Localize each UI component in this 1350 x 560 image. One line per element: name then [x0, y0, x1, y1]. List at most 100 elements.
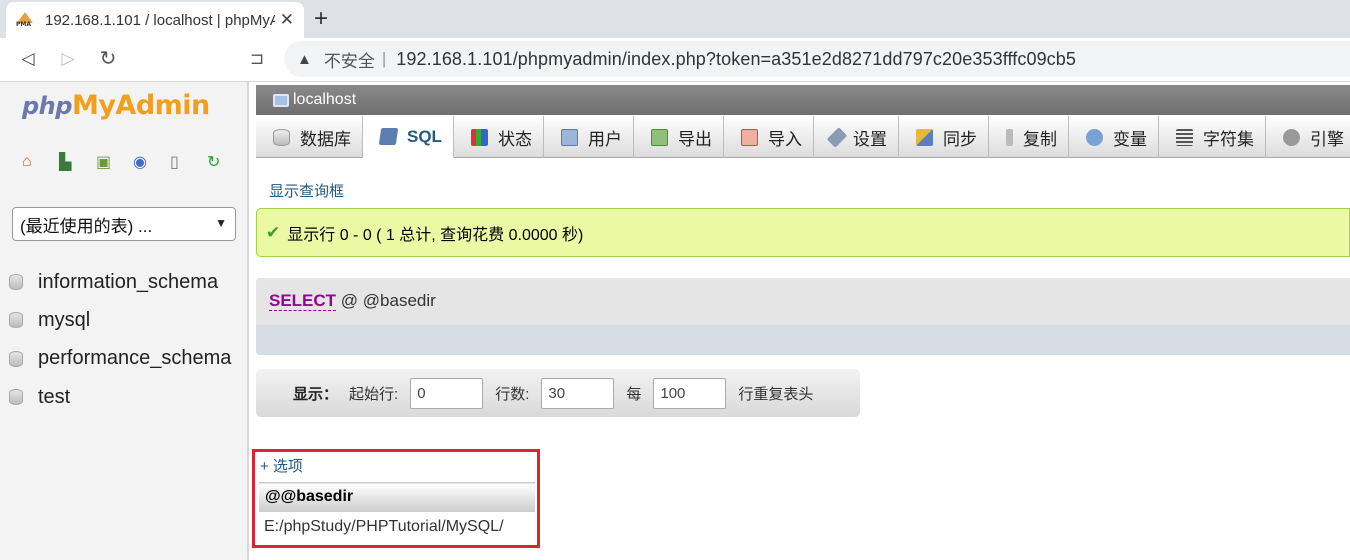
database-item[interactable]: mysql — [9, 301, 231, 339]
success-text: 显示行 0 - 0 ( 1 总计, 查询花费 0.0000 秒) — [287, 226, 584, 244]
import-icon — [740, 128, 758, 146]
database-name[interactable]: performance_schema — [38, 347, 231, 370]
replication-icon — [1005, 128, 1013, 146]
tab-label: 字符集 — [1202, 129, 1254, 149]
warning-icon[interactable]: ▲ — [297, 51, 312, 68]
sql-expression: @ @basedir — [340, 291, 436, 310]
table-header-row: @@basedir — [259, 482, 535, 512]
engines-icon — [1282, 128, 1300, 146]
phpmyadmin-logo[interactable]: phpMyAdmin — [22, 90, 210, 121]
tab-title: 192.168.1.101 / localhost | phpMyAdmin — [45, 11, 275, 29]
checkmark-icon: ✔ — [266, 222, 281, 242]
export-icon — [650, 128, 668, 146]
exit-icon[interactable]: ▙ — [59, 152, 96, 172]
database-item[interactable]: information_schema — [9, 263, 231, 301]
sql-keyword[interactable]: SELECT — [269, 291, 337, 311]
settings-icon — [826, 126, 848, 148]
forward-icon[interactable]: ▷ — [57, 48, 79, 70]
browser-tab-bar: 192.168.1.101 / localhost | phpMyAdmin ✕… — [0, 0, 1350, 38]
sync-icon — [915, 128, 933, 146]
tab-label: 引擎 — [1309, 129, 1344, 149]
users-icon — [560, 128, 578, 146]
top-menu: 数据库 SQL 状态 用户 导出 导入 设置 同步 复制 变量 字符集 引擎 — [256, 116, 1350, 158]
database-name[interactable]: test — [38, 386, 70, 409]
logo-my: My — [71, 90, 116, 121]
tab-import[interactable]: 导入 — [724, 116, 814, 158]
close-tab-icon[interactable]: ✕ — [280, 10, 294, 30]
server-name[interactable]: localhost — [293, 91, 356, 109]
options-toggle[interactable]: + 选项 — [260, 455, 303, 476]
database-name[interactable]: mysql — [38, 309, 90, 332]
reload-navigation-icon[interactable]: ↻ — [207, 152, 244, 172]
sql-query-display: SELECT @ @basedir — [256, 278, 1350, 355]
tab-label: 数据库 — [300, 129, 351, 149]
server-icon — [273, 93, 289, 107]
database-icon — [273, 128, 290, 146]
url-text[interactable]: 192.168.1.101/phpmyadmin/index.php?token… — [396, 49, 1076, 70]
help-icon[interactable]: ◉ — [133, 152, 170, 172]
tab-status[interactable]: 状态 — [454, 116, 544, 158]
tab-label: 用户 — [587, 129, 622, 149]
sql-query-icon[interactable]: ▣ — [96, 152, 133, 172]
variables-icon — [1085, 128, 1103, 146]
results-navigation-form: 显示： 起始行: 行数: 每 行重复表头 — [256, 369, 860, 417]
tab-sql[interactable]: SQL — [363, 116, 454, 158]
database-icon — [9, 274, 23, 291]
reload-icon[interactable]: ↻ — [97, 48, 119, 70]
rows-input[interactable] — [541, 377, 615, 409]
recent-tables-select[interactable]: (最近使用的表) ... ▼ — [12, 207, 236, 241]
start-row-input[interactable] — [410, 377, 484, 409]
repeat-header-every-input[interactable] — [653, 377, 727, 409]
chevron-down-icon: ▼ — [215, 216, 227, 230]
sql-query-footer — [256, 325, 1350, 355]
tab-label: 设置 — [852, 129, 887, 149]
recent-tables-value: (最近使用的表) ... — [20, 216, 153, 236]
sql-icon — [378, 128, 399, 145]
separator: | — [381, 49, 387, 68]
tab-label: 导出 — [677, 129, 712, 149]
tab-export[interactable]: 导出 — [634, 116, 724, 158]
tab-settings[interactable]: 设置 — [814, 116, 899, 158]
success-message: ✔ 显示行 0 - 0 ( 1 总计, 查询花费 0.0000 秒) — [256, 208, 1350, 257]
database-icon — [9, 350, 23, 367]
rows-label: 行数: — [495, 385, 530, 403]
tab-label: SQL — [407, 126, 442, 146]
tab-replication[interactable]: 复制 — [989, 116, 1069, 158]
database-item[interactable]: performance_schema — [9, 340, 231, 378]
table-row: E:/phpStudy/PHPTutorial/MySQL/ — [259, 511, 535, 543]
tab-label: 变量 — [1112, 129, 1147, 149]
repeat-header-label: 行重复表头 — [738, 385, 814, 403]
start-row-label: 起始行: — [349, 385, 399, 403]
database-item[interactable]: test — [9, 378, 231, 416]
back-icon[interactable]: ◁ — [17, 48, 39, 70]
database-icon — [9, 389, 23, 406]
tab-engines[interactable]: 引擎 — [1266, 116, 1350, 158]
sql-query-text: SELECT @ @basedir — [269, 291, 436, 311]
database-list: information_schema mysql performance_sch… — [9, 263, 231, 416]
highlighted-result-region: + 选项 @@basedir E:/phpStudy/PHPTutorial/M… — [252, 449, 540, 548]
docs-icon[interactable]: ▯ — [170, 152, 207, 172]
charset-icon — [1175, 128, 1193, 146]
address-bar[interactable]: ▲ 不安全 | 192.168.1.101/phpmyadmin/index.p… — [284, 41, 1350, 77]
browser-toolbar: ◁ ▷ ↻ ⊐ ▲ 不安全 | 192.168.1.101/phpmyadmin… — [0, 38, 1350, 82]
tab-users[interactable]: 用户 — [544, 116, 634, 158]
left-navigation: phpMyAdmin ⌂ ▙ ▣ ◉ ▯ ↻ (最近使用的表) ... ▼ in… — [0, 82, 249, 560]
home-icon[interactable]: ⌂ — [22, 152, 59, 172]
results-table: @@basedir E:/phpStudy/PHPTutorial/MySQL/ — [259, 482, 535, 543]
table-cell-basedir[interactable]: E:/phpStudy/PHPTutorial/MySQL/ — [259, 511, 535, 543]
tab-variables[interactable]: 变量 — [1069, 116, 1159, 158]
tab-label: 状态 — [497, 129, 532, 149]
tab-label: 复制 — [1022, 129, 1057, 149]
new-tab-button[interactable]: + — [314, 5, 328, 33]
bookmark-icon[interactable]: ⊐ — [246, 48, 268, 70]
tab-charsets[interactable]: 字符集 — [1159, 116, 1266, 158]
show-query-box-link[interactable]: 显示查询框 — [269, 180, 344, 201]
show-label: 显示： — [293, 385, 339, 403]
tab-databases[interactable]: 数据库 — [256, 116, 363, 158]
database-icon — [9, 312, 23, 329]
tab-sync[interactable]: 同步 — [899, 116, 989, 158]
browser-tab[interactable]: 192.168.1.101 / localhost | phpMyAdmin ✕ — [6, 2, 304, 38]
database-name[interactable]: information_schema — [38, 271, 218, 294]
tab-label: 导入 — [767, 129, 802, 149]
column-header-basedir[interactable]: @@basedir — [259, 482, 535, 512]
